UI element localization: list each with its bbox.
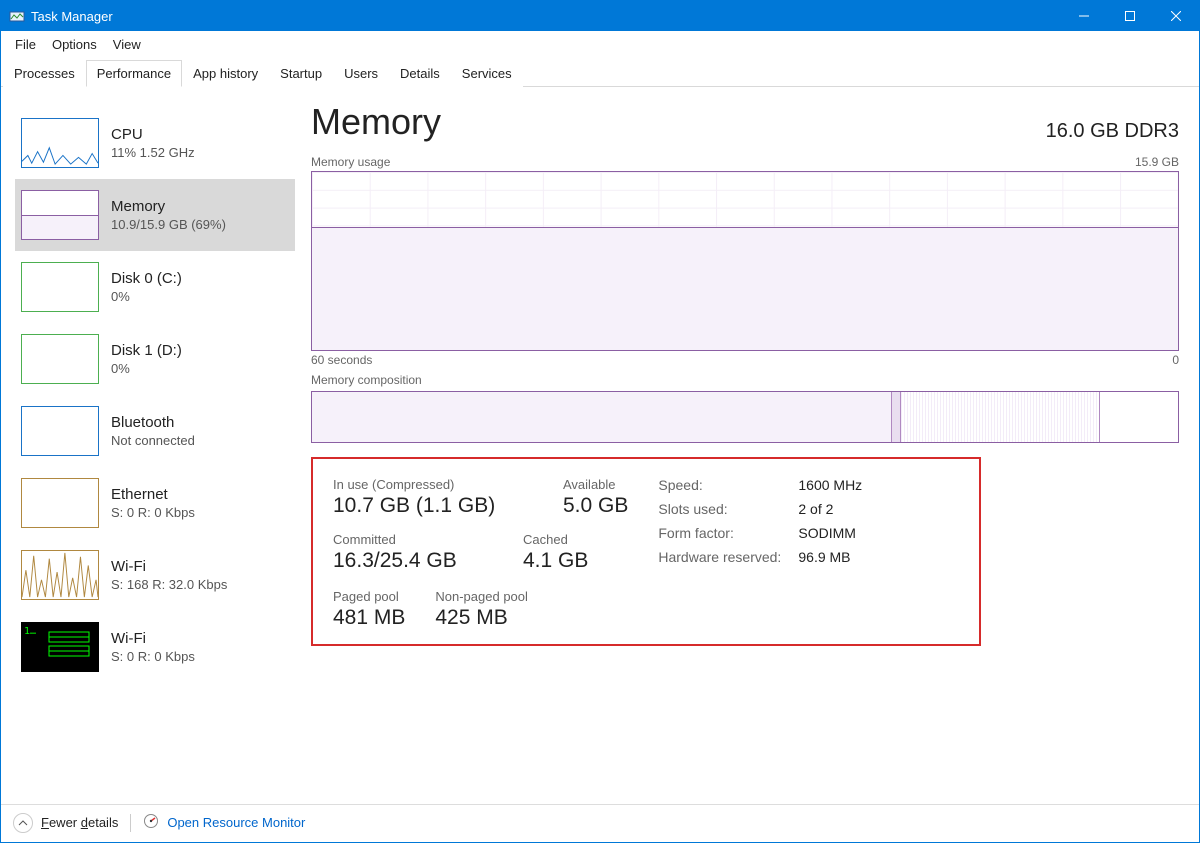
window-controls bbox=[1061, 1, 1199, 31]
menu-view[interactable]: View bbox=[105, 33, 149, 56]
disk-thumbnail bbox=[21, 334, 99, 384]
memory-metrics-box: In use (Compressed) 10.7 GB (1.1 GB) Ava… bbox=[311, 457, 981, 646]
reserved-value: 96.9 MB bbox=[798, 549, 959, 565]
tab-services[interactable]: Services bbox=[451, 60, 523, 87]
speed-value: 1600 MHz bbox=[798, 477, 959, 493]
sidebar-item-cpu[interactable]: CPU 11% 1.52 GHz bbox=[15, 107, 295, 179]
wifi-thumbnail-2: 1… bbox=[21, 622, 99, 672]
page-title: Memory bbox=[311, 101, 441, 143]
menu-bar: File Options View bbox=[1, 31, 1199, 59]
form-value: SODIMM bbox=[798, 525, 959, 541]
form-label: Form factor: bbox=[658, 525, 798, 541]
available-value: 5.0 GB bbox=[563, 494, 628, 518]
comp-seg-standby bbox=[901, 392, 1100, 442]
sidebar-sub: 10.9/15.9 GB (69%) bbox=[111, 217, 226, 232]
sidebar-item-bluetooth[interactable]: Bluetooth Not connected bbox=[15, 395, 295, 467]
footer-bar: FFewer detailsewer details Open Resource… bbox=[1, 804, 1199, 840]
sidebar-label: Wi-Fi bbox=[111, 630, 195, 647]
chart-label-left: Memory usage bbox=[311, 155, 390, 169]
tab-details[interactable]: Details bbox=[389, 60, 451, 87]
performance-sidebar: CPU 11% 1.52 GHz Memory 10.9/15.9 GB (69… bbox=[1, 87, 295, 804]
tab-strip: Processes Performance App history Startu… bbox=[1, 59, 1199, 87]
minimize-button[interactable] bbox=[1061, 1, 1107, 31]
chart-axis-left: 60 seconds bbox=[311, 353, 372, 367]
cpu-thumbnail bbox=[21, 118, 99, 168]
speed-label: Speed: bbox=[658, 477, 798, 493]
open-resource-monitor-link[interactable]: Open Resource Monitor bbox=[167, 815, 305, 830]
paged-value: 481 MB bbox=[333, 606, 405, 630]
comp-seg-modified bbox=[892, 392, 901, 442]
nonpaged-label: Non-paged pool bbox=[435, 589, 528, 604]
sidebar-sub: 11% 1.52 GHz bbox=[111, 145, 195, 160]
maximize-button[interactable] bbox=[1107, 1, 1153, 31]
wifi-thumbnail bbox=[21, 550, 99, 600]
disk-thumbnail bbox=[21, 262, 99, 312]
sidebar-item-wifi-2[interactable]: 1… Wi-Fi S: 0 R: 0 Kbps bbox=[15, 611, 295, 683]
chart-axis-right: 0 bbox=[1172, 353, 1179, 367]
memory-thumbnail bbox=[21, 190, 99, 240]
window-title: Task Manager bbox=[31, 9, 1061, 24]
sidebar-sub: S: 168 R: 32.0 Kbps bbox=[111, 577, 227, 592]
sidebar-label: CPU bbox=[111, 126, 195, 143]
tab-startup[interactable]: Startup bbox=[269, 60, 333, 87]
divider bbox=[130, 814, 131, 832]
nonpaged-value: 425 MB bbox=[435, 606, 528, 630]
in-use-label: In use (Compressed) bbox=[333, 477, 533, 492]
paged-label: Paged pool bbox=[333, 589, 405, 604]
sidebar-item-memory[interactable]: Memory 10.9/15.9 GB (69%) bbox=[15, 179, 295, 251]
in-use-value: 10.7 GB (1.1 GB) bbox=[333, 494, 533, 518]
memory-capacity: 16.0 GB DDR3 bbox=[1046, 120, 1179, 143]
tab-processes[interactable]: Processes bbox=[3, 60, 86, 87]
resource-monitor-icon bbox=[143, 813, 159, 832]
fewer-details-link[interactable]: FFewer detailsewer details bbox=[41, 815, 118, 830]
reserved-label: Hardware reserved: bbox=[658, 549, 798, 565]
sidebar-sub: Not connected bbox=[111, 433, 195, 448]
sidebar-label: Ethernet bbox=[111, 486, 195, 503]
available-label: Available bbox=[563, 477, 628, 492]
comp-seg-inuse bbox=[312, 392, 892, 442]
sidebar-label: Wi-Fi bbox=[111, 558, 227, 575]
sidebar-label: Memory bbox=[111, 198, 226, 215]
menu-file[interactable]: File bbox=[7, 33, 44, 56]
sidebar-sub: S: 0 R: 0 Kbps bbox=[111, 505, 195, 520]
detail-panel: Memory 16.0 GB DDR3 Memory usage 15.9 GB… bbox=[295, 87, 1199, 804]
window-titlebar: Task Manager bbox=[1, 1, 1199, 31]
menu-options[interactable]: Options bbox=[44, 33, 105, 56]
memory-composition-chart bbox=[311, 391, 1179, 443]
cached-label: Cached bbox=[523, 532, 588, 547]
sidebar-item-disk1[interactable]: Disk 1 (D:) 0% bbox=[15, 323, 295, 395]
app-icon bbox=[9, 8, 25, 24]
sidebar-label: Bluetooth bbox=[111, 414, 195, 431]
tab-users[interactable]: Users bbox=[333, 60, 389, 87]
sidebar-item-ethernet[interactable]: Ethernet S: 0 R: 0 Kbps bbox=[15, 467, 295, 539]
cached-value: 4.1 GB bbox=[523, 549, 588, 573]
bluetooth-thumbnail bbox=[21, 406, 99, 456]
comp-seg-free bbox=[1100, 392, 1178, 442]
committed-value: 16.3/25.4 GB bbox=[333, 549, 493, 573]
committed-label: Committed bbox=[333, 532, 493, 547]
sidebar-sub: 0% bbox=[111, 289, 182, 304]
sidebar-item-wifi[interactable]: Wi-Fi S: 168 R: 32.0 Kbps bbox=[15, 539, 295, 611]
chevron-up-icon[interactable] bbox=[13, 813, 33, 833]
tab-performance[interactable]: Performance bbox=[86, 60, 182, 87]
slots-label: Slots used: bbox=[658, 501, 798, 517]
memory-usage-chart bbox=[311, 171, 1179, 351]
sidebar-sub: 0% bbox=[111, 361, 182, 376]
close-button[interactable] bbox=[1153, 1, 1199, 31]
tab-app-history[interactable]: App history bbox=[182, 60, 269, 87]
sidebar-item-disk0[interactable]: Disk 0 (C:) 0% bbox=[15, 251, 295, 323]
sidebar-label: Disk 1 (D:) bbox=[111, 342, 182, 359]
ethernet-thumbnail bbox=[21, 478, 99, 528]
slots-value: 2 of 2 bbox=[798, 501, 959, 517]
svg-text:1…: 1… bbox=[24, 626, 36, 637]
chart-label-right: 15.9 GB bbox=[1135, 155, 1179, 169]
composition-label: Memory composition bbox=[311, 373, 422, 387]
sidebar-label: Disk 0 (C:) bbox=[111, 270, 182, 287]
sidebar-sub: S: 0 R: 0 Kbps bbox=[111, 649, 195, 664]
